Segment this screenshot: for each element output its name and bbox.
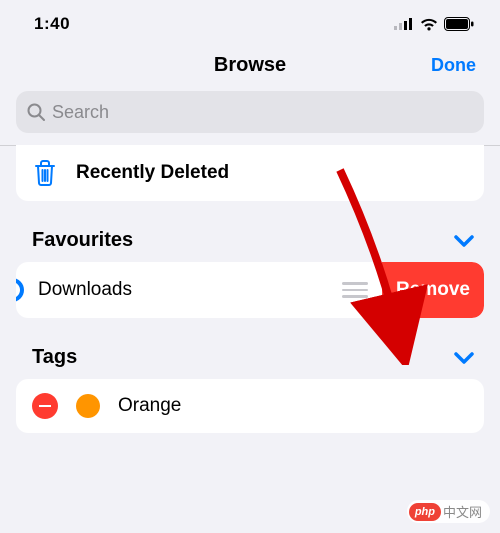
delete-icon[interactable]: [32, 393, 58, 419]
search-input[interactable]: Search: [16, 91, 484, 133]
recently-deleted-card[interactable]: Recently Deleted: [16, 145, 484, 201]
tag-color-icon: [76, 394, 100, 418]
nav-header: Browse Done: [0, 44, 500, 91]
done-button[interactable]: Done: [431, 55, 476, 76]
wifi-icon: [420, 18, 438, 31]
favourites-item[interactable]: Downloads Remove: [16, 262, 484, 318]
chevron-down-icon: [454, 234, 474, 248]
tags-header[interactable]: Tags: [0, 318, 500, 379]
status-time: 1:40: [34, 14, 70, 34]
trash-icon: [32, 159, 58, 187]
search-placeholder: Search: [52, 102, 109, 123]
search-icon: [26, 102, 46, 122]
tags-title: Tags: [32, 346, 77, 369]
favourites-item-label: Downloads: [38, 279, 132, 301]
chevron-down-icon: [454, 351, 474, 365]
remove-button[interactable]: Remove: [382, 262, 484, 318]
status-icons: [394, 17, 474, 31]
status-bar: 1:40: [0, 0, 500, 44]
row-left-peek: [16, 262, 24, 318]
cellular-icon: [394, 18, 414, 30]
recently-deleted-label: Recently Deleted: [76, 162, 229, 184]
watermark: php 中文网: [407, 500, 490, 523]
favourites-title: Favourites: [32, 229, 133, 252]
favourites-header[interactable]: Favourites: [0, 201, 500, 262]
watermark-text: 中文网: [443, 502, 482, 521]
tags-item[interactable]: Orange: [16, 379, 484, 433]
page-title: Browse: [214, 54, 286, 77]
watermark-logo: php: [409, 503, 441, 521]
tags-item-label: Orange: [118, 395, 181, 417]
reorder-handle-icon[interactable]: [342, 282, 368, 298]
battery-icon: [444, 17, 474, 31]
